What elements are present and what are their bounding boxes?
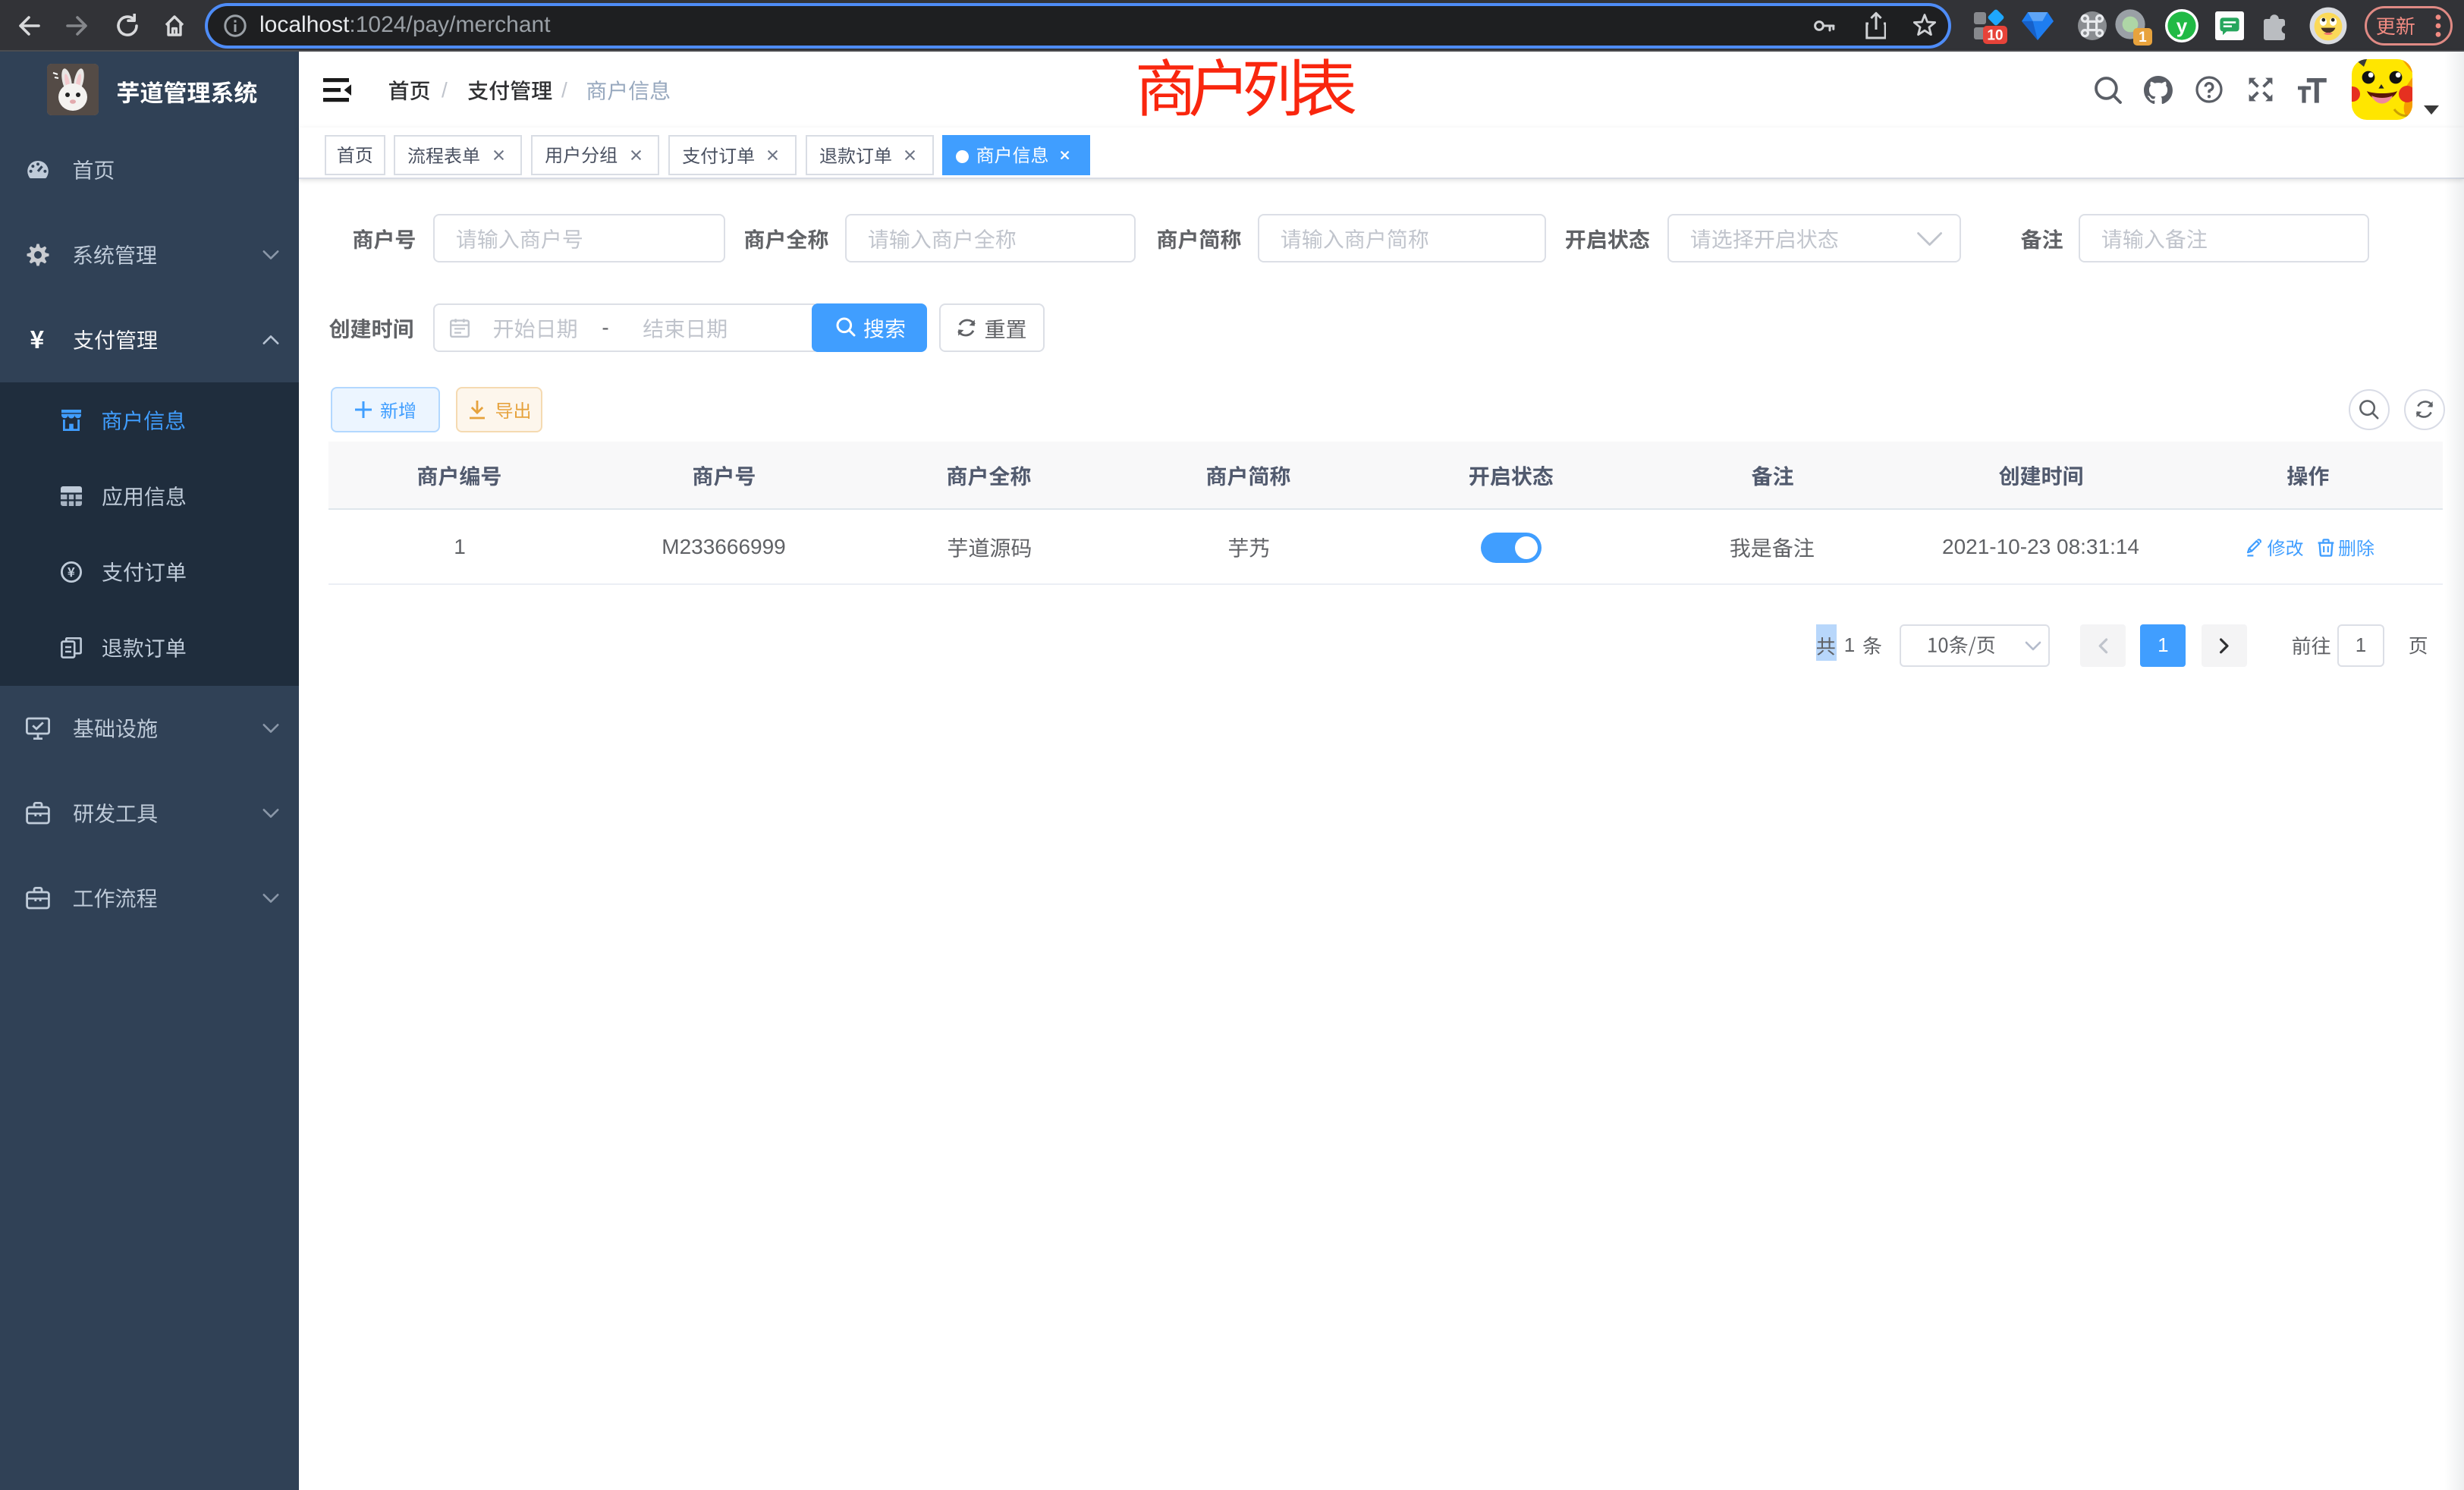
svg-text:1: 1: [2139, 30, 2147, 46]
svg-text:y: y: [2176, 14, 2188, 37]
svg-text:10: 10: [1987, 28, 2003, 44]
